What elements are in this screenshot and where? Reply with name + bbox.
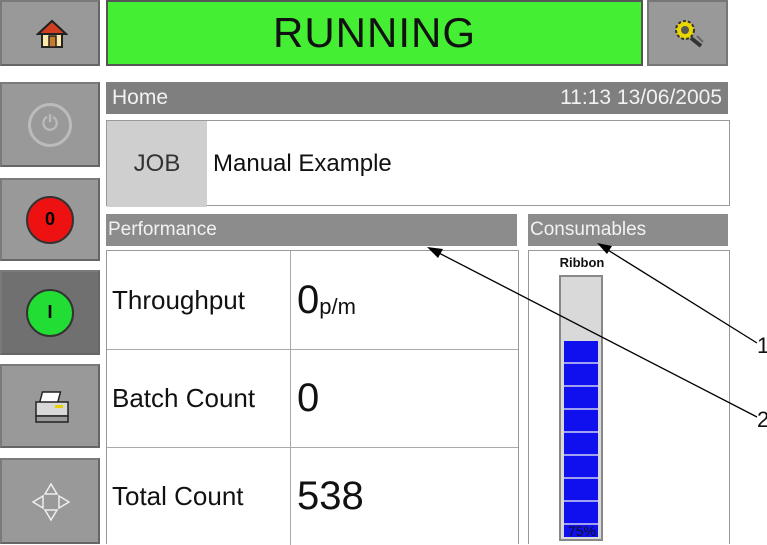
callout-arrows xyxy=(427,243,758,418)
callout-line-1 xyxy=(602,246,758,344)
callout-line-2 xyxy=(434,250,758,418)
callout-arrowhead-1 xyxy=(597,243,612,254)
callout-number-1: 1 xyxy=(757,333,767,358)
callout-number-2: 2 xyxy=(757,407,767,432)
callout-arrowhead-2 xyxy=(427,247,443,258)
